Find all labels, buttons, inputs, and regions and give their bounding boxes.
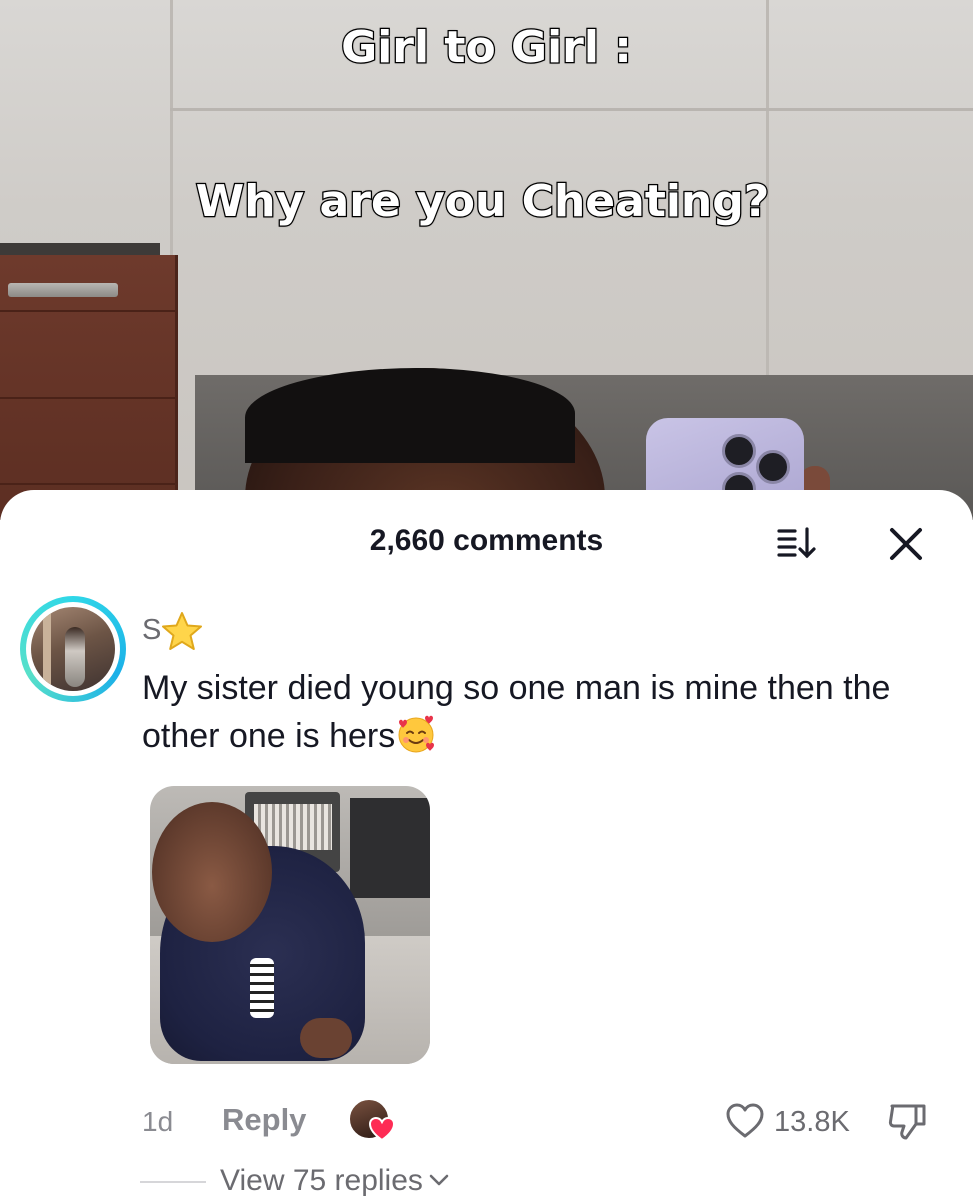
avatar[interactable] xyxy=(20,596,126,702)
heart-badge-icon xyxy=(368,1116,396,1142)
close-icon[interactable] xyxy=(884,522,928,566)
comment-text: My sister died young so one man is mine … xyxy=(142,664,922,760)
replies-divider xyxy=(140,1181,206,1183)
like-count: 13.8K xyxy=(774,1106,850,1138)
comments-header: 2,660 comments xyxy=(0,490,973,590)
comment-count: 2,660 comments xyxy=(369,524,604,557)
comment-username[interactable]: S xyxy=(142,614,161,647)
view-replies-label: View 75 replies xyxy=(220,1164,423,1197)
cabinet xyxy=(0,255,178,520)
view-replies-row[interactable]: View 75 replies xyxy=(0,1162,973,1202)
video-caption-line-2: Why are you Cheating? xyxy=(194,175,770,229)
camera-lens-icon xyxy=(756,450,790,484)
comments-sheet: 2,660 comments S My sister died young so… xyxy=(0,490,973,1200)
comment-attached-photo[interactable] xyxy=(150,786,430,1064)
view-replies-button[interactable]: View 75 replies xyxy=(220,1164,451,1198)
wall-divider xyxy=(170,108,973,111)
smiling-face-with-hearts-emoji-icon xyxy=(398,715,435,753)
creator-liked-badge xyxy=(348,1098,398,1144)
comment-actions: 1d Reply 13.8K xyxy=(0,1098,973,1148)
chevron-down-icon xyxy=(429,1174,449,1186)
comment-body: My sister died young so one man is mine … xyxy=(142,669,891,755)
like-heart-icon[interactable] xyxy=(725,1102,765,1140)
dislike-icon[interactable] xyxy=(886,1100,930,1144)
video-caption-line-1: Girl to Girl : xyxy=(340,21,633,75)
door-closer xyxy=(8,283,118,297)
video-player[interactable]: Girl to Girl : Why are you Cheating? xyxy=(0,0,973,520)
comment-timestamp: 1d xyxy=(142,1106,174,1137)
reply-button[interactable]: Reply xyxy=(222,1102,306,1138)
camera-lens-icon xyxy=(722,434,756,468)
sort-icon[interactable] xyxy=(776,525,820,561)
avatar-photo xyxy=(31,607,115,691)
star-emoji-icon xyxy=(162,612,202,650)
person-hair xyxy=(245,368,575,463)
